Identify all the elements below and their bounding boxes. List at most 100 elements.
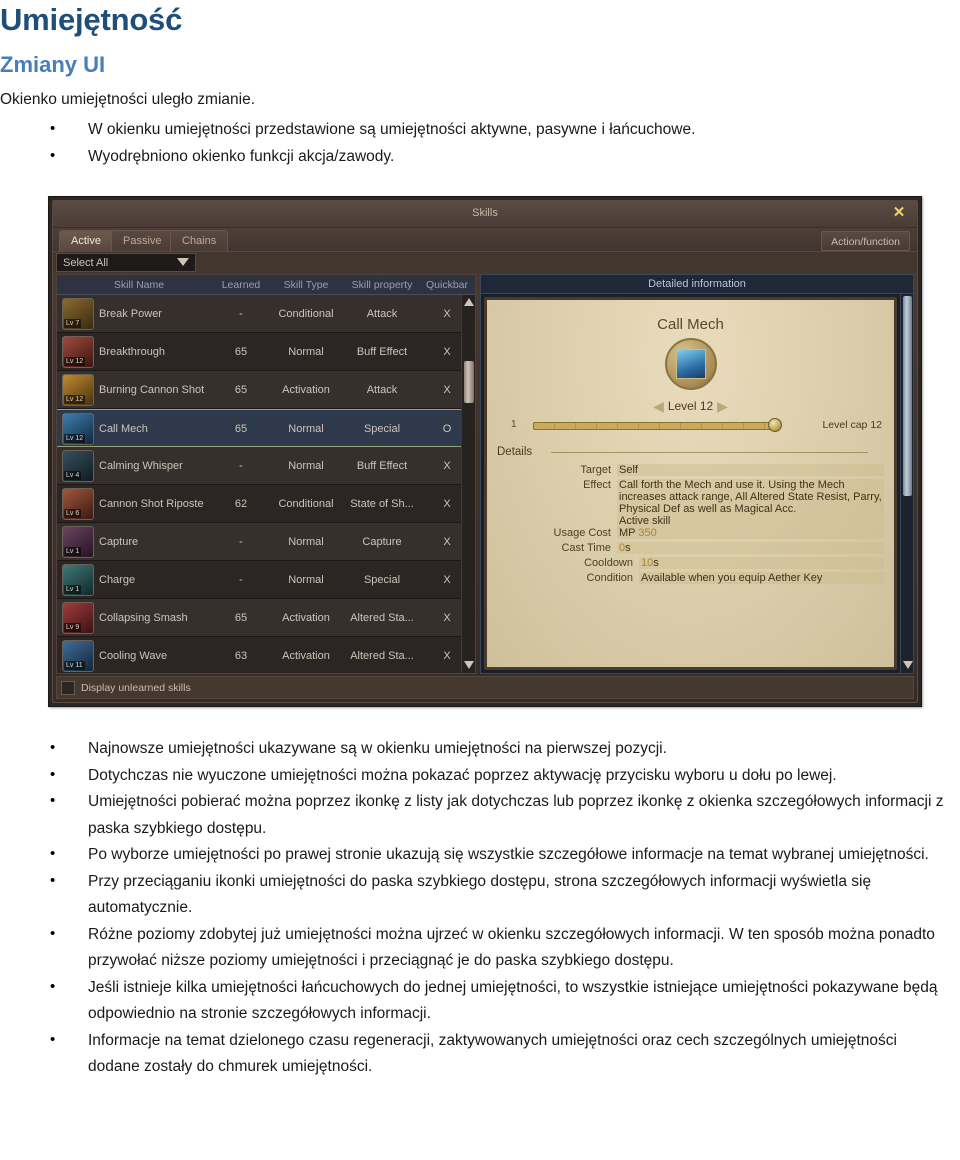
detail-field: Cooldown 10s: [493, 557, 884, 572]
cell-skill-type: Activation: [282, 612, 330, 624]
skill-icon[interactable]: Lv 12: [62, 413, 94, 445]
table-row[interactable]: Lv 4 Calming Whisper - Normal Buff Effect X: [57, 447, 461, 485]
cell-skill-property: Attack: [366, 384, 398, 396]
intro-paragraph: Okienko umiejętności uległo zmianie.: [0, 91, 256, 108]
detail-field-key: Cast Time: [561, 542, 611, 554]
document-page: Umiejętność Zmiany UI Okienko umiejętnoś…: [0, 0, 960, 1160]
slider-cap-label: Level cap 12: [822, 419, 882, 431]
scrollbar-thumb[interactable]: [464, 361, 474, 403]
cell-quickbar: X: [443, 536, 451, 548]
skill-icon[interactable]: Lv 1: [62, 526, 94, 558]
slider-track[interactable]: [533, 422, 778, 430]
scroll-down-icon[interactable]: [463, 659, 475, 671]
detail-field: Usage Cost MP 350: [493, 527, 884, 542]
detail-scroll-down-icon[interactable]: [902, 659, 913, 671]
table-row[interactable]: Lv 1 Charge - Normal Special X: [57, 561, 461, 599]
detail-field-value: Self: [617, 464, 884, 476]
table-row[interactable]: Lv 6 Cannon Shot Riposte 62 Conditional Stat…: [57, 485, 461, 523]
select-all-value: Select All: [63, 257, 109, 269]
skill-icon-medal[interactable]: [664, 338, 717, 390]
game-screenshot: Skills ✕ Active Passive Chains Action/fu…: [48, 196, 922, 707]
list-item: Różne poziomy zdobytej już umiejętności …: [0, 921, 950, 975]
action-function-button[interactable]: Action/function: [821, 231, 910, 251]
cell-quickbar: X: [443, 574, 451, 586]
list-item: Informacje na temat dzielonego czasu reg…: [0, 1027, 950, 1081]
cell-skill-name: Collapsing Smash: [99, 612, 188, 624]
chevron-down-icon: [177, 258, 189, 266]
details-divider: [551, 452, 868, 453]
table-row[interactable]: Lv 11 Cooling Wave 63 Activation Altered Sta…: [57, 637, 461, 673]
skill-level-badge: Lv 12: [64, 395, 86, 404]
slider-knob[interactable]: [768, 418, 782, 432]
cell-learned: -: [239, 308, 243, 320]
cell-skill-property: Capture: [362, 536, 402, 548]
list-scrollbar[interactable]: [461, 295, 475, 673]
detail-field-amber-value: 350: [638, 527, 657, 539]
scroll-up-icon[interactable]: [463, 297, 475, 309]
skill-icon[interactable]: Lv 11: [62, 640, 94, 672]
detail-scroll-area: Call Mech ◀ Level 12 ▶ 1 Level cap 12 De…: [481, 294, 900, 673]
level-slider[interactable]: 1 Level cap 12: [511, 418, 886, 434]
detail-scrollbar[interactable]: [900, 294, 913, 673]
cell-learned: 63: [234, 650, 248, 662]
cell-skill-name: Burning Cannon Shot: [99, 384, 205, 396]
column-header-skill-type: Skill Type: [283, 279, 329, 291]
window-title-bar: Skills ✕: [53, 201, 917, 228]
detail-scrollbar-thumb[interactable]: [903, 296, 912, 496]
cell-learned: 65: [234, 612, 248, 624]
cell-learned: 65: [234, 346, 248, 358]
detail-field-key: Effect: [583, 479, 611, 491]
column-header-skill-name: Skill Name: [113, 279, 165, 291]
detail-panel-header: Detailed information: [481, 275, 913, 294]
cell-skill-name: Calming Whisper: [99, 460, 183, 472]
cell-skill-name: Capture: [99, 536, 139, 548]
skill-level-badge: Lv 1: [64, 585, 82, 594]
table-row[interactable]: Lv 9 Collapsing Smash 65 Activation Altered …: [57, 599, 461, 637]
close-icon[interactable]: ✕: [890, 204, 908, 222]
cell-skill-type: Conditional: [278, 308, 334, 320]
cell-skill-name: Call Mech: [99, 423, 148, 435]
cell-skill-type: Normal: [288, 346, 324, 358]
section-subtitle: Zmiany UI: [0, 52, 106, 77]
detail-panel: Detailed information Call Mech ◀ Level 1…: [480, 274, 914, 674]
detail-field-key: Usage Cost: [553, 527, 611, 539]
select-all-dropdown[interactable]: Select All: [56, 253, 196, 272]
slider-min-label: 1: [511, 419, 517, 430]
cell-quickbar: X: [443, 384, 451, 396]
cell-skill-property: State of Sh...: [350, 498, 414, 510]
skill-icon[interactable]: Lv 6: [62, 488, 94, 520]
table-row[interactable]: Lv 7 Break Power - Conditional Attack X: [57, 295, 461, 333]
cell-skill-property: Buff Effect: [356, 460, 408, 472]
cell-learned: 65: [234, 384, 248, 396]
skill-icon[interactable]: Lv 4: [62, 450, 94, 482]
skill-icon[interactable]: Lv 1: [62, 564, 94, 596]
tab-passive[interactable]: Passive: [111, 230, 174, 251]
display-unlearned-checkbox[interactable]: [61, 681, 75, 695]
list-item: Przy przeciąganiu ikonki umiejętności do…: [0, 868, 950, 922]
skill-level-badge: Lv 1: [64, 547, 82, 556]
table-row[interactable]: Lv 12 Burning Cannon Shot 65 Activation Atta…: [57, 371, 461, 409]
skill-level-badge: Lv 11: [64, 661, 85, 670]
tab-chains[interactable]: Chains: [170, 230, 229, 251]
detail-field: Target Self: [493, 464, 884, 479]
cell-skill-type: Normal: [288, 460, 324, 472]
chevron-right-icon[interactable]: ▶: [717, 398, 729, 415]
cell-learned: -: [239, 574, 243, 586]
chevron-left-icon[interactable]: ◀: [652, 398, 664, 415]
table-row[interactable]: Lv 1 Capture - Normal Capture X: [57, 523, 461, 561]
cell-learned: -: [239, 460, 243, 472]
skill-icon[interactable]: Lv 12: [62, 374, 94, 406]
skill-icon[interactable]: Lv 7: [62, 298, 94, 330]
detail-field: Condition Available when you equip Aether…: [493, 572, 884, 587]
tab-active[interactable]: Active: [59, 230, 113, 251]
footer-bar: Display unlearned skills: [56, 676, 914, 699]
table-row[interactable]: Lv 12 Breakthrough 65 Normal Buff Effect X: [57, 333, 461, 371]
skill-icon-image: [675, 349, 706, 379]
list-item: Najnowsze umiejętności ukazywane są w ok…: [0, 735, 950, 763]
cell-skill-name: Charge: [99, 574, 136, 586]
skill-icon[interactable]: Lv 9: [62, 602, 94, 634]
table-row[interactable]: Lv 12 Call Mech 65 Normal Special O: [57, 409, 461, 447]
skill-icon[interactable]: Lv 12: [62, 336, 94, 368]
table-header-row: Skill Name Learned Skill Type Skill prop…: [57, 275, 475, 295]
display-unlearned-label: Display unlearned skills: [81, 682, 191, 694]
